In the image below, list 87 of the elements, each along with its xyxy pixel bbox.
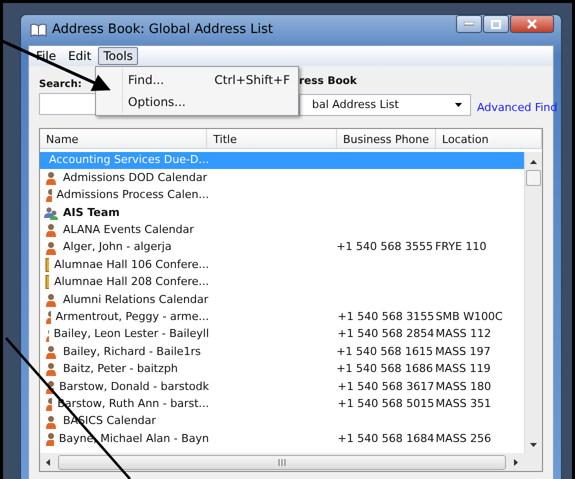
contact-name: Bailey, Leon Lester - Baileyll (54, 326, 209, 342)
table-row[interactable]: Barstow, Donald - barstodk +1 540 568 3617 MASS 180 (40, 378, 524, 396)
table-row[interactable]: Bailey, Leon Lester - Baileyll +1 540 568 2854 MASS 112 (40, 326, 524, 344)
minimize-button[interactable] (456, 15, 482, 33)
location-text: MASS 112 (436, 327, 492, 340)
contact-name: Bailey, Richard - Baile1rs (63, 344, 201, 360)
contact-name: Alumni Relations Calendar (63, 292, 208, 308)
person-icon (44, 344, 58, 359)
location-text: MASS 351 (436, 396, 492, 410)
phone-number: +1 540 568 3617 (338, 380, 434, 393)
table-row[interactable]: Armentrout, Peggy - arme... +1 540 568 3155 SMB W100C (40, 308, 524, 326)
location-text: SMB W100C (436, 310, 503, 323)
contact-name: Admissions Process Calen... (56, 187, 209, 204)
window-title: Address Book: Global Address List (52, 21, 273, 40)
search-label: Search: (39, 78, 82, 92)
scroll-right-icon[interactable] (514, 458, 518, 466)
person-icon (44, 397, 52, 412)
close-icon (526, 19, 538, 29)
person-icon (44, 188, 52, 202)
contact-name: Alumnae Hall 106 Confere... (54, 256, 209, 273)
person-icon (44, 432, 54, 446)
column-header[interactable]: Business Phone (336, 129, 436, 148)
person-icon (44, 240, 58, 255)
door-icon (44, 275, 50, 290)
location-text: FRYE 110 (435, 240, 487, 254)
column-header[interactable]: Name (40, 129, 208, 148)
grip-icon (278, 458, 286, 466)
table-row[interactable]: Alger, John - algerja +1 540 568 3555 FRYE 110 (40, 238, 524, 256)
person-icon (44, 362, 58, 376)
column-header[interactable]: Title (207, 129, 337, 148)
table-row[interactable]: Admissions DOD Calendar (40, 169, 524, 187)
table-row[interactable]: Alumni Relations Calendar (40, 291, 524, 309)
horizontal-scrollbar[interactable] (40, 453, 542, 471)
person-icon (44, 171, 58, 186)
scroll-up-icon[interactable] (530, 160, 537, 164)
people-icon (44, 206, 58, 220)
table-row[interactable]: Baitz, Peter - baitzph +1 540 568 1686 MASS 119 (40, 360, 524, 378)
contact-name: ALANA Events Calendar (63, 222, 194, 238)
scroll-down-icon[interactable] (530, 443, 537, 447)
table-row[interactable]: Admissions Process Calen... (40, 186, 524, 204)
table-row[interactable]: Alumnae Hall 106 Confere... (40, 256, 524, 274)
person-icon (44, 310, 51, 324)
phone-number: +1 540 568 1615 (336, 344, 434, 358)
location-text: MASS 119 (435, 362, 491, 376)
menu-item[interactable]: Tools (98, 47, 138, 65)
close-button[interactable] (510, 15, 554, 33)
contact-name: Barstow, Donald - barstodk (59, 378, 209, 395)
contact-name: Baitz, Peter - baitzph (63, 361, 178, 378)
table-row[interactable]: Bailey, Richard - Baile1rs +1 540 568 1615 MASS 197 (40, 343, 524, 361)
phone-number: +1 540 568 2854 (338, 327, 434, 340)
person-icon (44, 292, 58, 307)
maximize-button[interactable] (483, 15, 509, 33)
phone-number: +1 540 568 1684 (338, 432, 434, 445)
menu-item[interactable]: Edit (63, 47, 96, 65)
person-icon (44, 380, 54, 394)
contact-name: Alger, John - algerja (63, 239, 172, 256)
person-icon (44, 328, 49, 342)
location-text: MASS 180 (436, 380, 492, 393)
scroll-thumb[interactable] (526, 170, 541, 186)
vertical-scrollbar[interactable] (524, 152, 542, 453)
menu-item[interactable]: Find... (128, 71, 164, 89)
contact-name: Alumnae Hall 208 Confere... (54, 274, 209, 290)
phone-number: +1 540 568 5015 (338, 396, 434, 410)
book-icon (30, 23, 47, 37)
column-header[interactable]: Location (436, 129, 542, 148)
address-book-dropdown[interactable]: bal Address List (299, 94, 471, 116)
contact-name: Armentrout, Peggy - arme... (56, 308, 209, 325)
contact-name: Admissions DOD Calendar (63, 170, 208, 186)
contact-name: Accounting Services Due-D... (49, 152, 209, 168)
location-text: MASS 197 (435, 344, 491, 358)
phone-number: +1 540 568 3555 (336, 240, 434, 254)
table-row[interactable]: Alumnae Hall 208 Confere... (40, 274, 524, 292)
minimize-icon (464, 22, 474, 26)
scroll-left-icon[interactable] (46, 458, 50, 466)
contact-name: AIS Team (63, 204, 120, 221)
phone-number: +1 540 568 3155 (338, 310, 434, 323)
shortcut-label: Ctrl+Shift+F (214, 72, 290, 89)
door-icon (44, 258, 50, 272)
address-book-label: ress Book (299, 74, 358, 89)
caret-icon (455, 102, 462, 107)
person-icon (44, 223, 58, 238)
table-row[interactable]: ALANA Events Calendar (40, 222, 524, 239)
maximize-icon (491, 20, 501, 28)
table-row[interactable]: AIS Team (40, 204, 524, 222)
phone-number: +1 540 568 1686 (336, 362, 434, 376)
location-text: MASS 256 (436, 432, 492, 445)
person-icon (44, 414, 58, 429)
